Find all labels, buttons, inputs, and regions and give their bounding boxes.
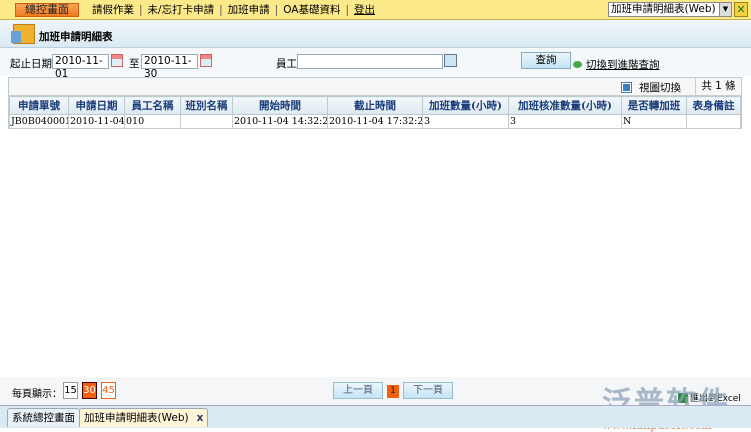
column-header[interactable]: 班別名稱: [180, 96, 233, 115]
menu-oa-basic[interactable]: OA基礎資料: [278, 2, 345, 17]
pager-bar: 每頁顯示： 15 30 45 上一頁 1 下一頁 匯出到Excel: [0, 377, 751, 405]
home-button[interactable]: 總控畫面: [15, 2, 79, 17]
top-menu-bar: 總控畫面 請假作業 | 未/忘打卡申請 | 加班申請 | OA基礎資料 | 登出 加班申…: [0, 0, 751, 20]
table-cell: 2010-11-04: [68, 114, 125, 129]
employee-input[interactable]: [297, 54, 443, 69]
advanced-query-label: 切換到進階查詢: [586, 59, 660, 71]
menu-leave[interactable]: 請假作業: [87, 2, 139, 17]
page-size-30[interactable]: 30: [82, 382, 97, 399]
tab-label: 加班申請明細表(Web): [84, 412, 189, 424]
close-icon[interactable]: ✕: [734, 2, 748, 17]
table-cell: [686, 114, 741, 129]
prev-page-button[interactable]: 上一頁: [333, 382, 383, 399]
calendar-icon[interactable]: [200, 54, 212, 67]
page-size-45[interactable]: 45: [101, 382, 116, 399]
table-row[interactable]: JB0B040001 2010-11-04 010 2010-11-04 14:…: [9, 114, 741, 129]
tab-system-dashboard[interactable]: 系統總控畫面: [7, 408, 80, 427]
bottom-tab-bar: 系統總控畫面 加班申請明細表(Web) x: [0, 405, 751, 428]
menu-punch-request[interactable]: 未/忘打卡申請: [143, 2, 220, 17]
table-cell: JB0B040001: [9, 114, 69, 129]
page-header: 加班申請明細表: [0, 20, 751, 48]
per-page-label: 每頁顯示：: [12, 389, 62, 400]
chevron-down-icon[interactable]: ▼: [719, 3, 731, 16]
column-header[interactable]: 申請日期: [68, 96, 125, 115]
date-range-label: 起止日期: [10, 58, 52, 70]
table-cell: 2010-11-04 17:32:24: [327, 114, 423, 129]
logout-link[interactable]: 登出: [349, 2, 380, 17]
results-table: 申請單號 申請日期 員工名稱 班別名稱 開始時間 截止時間 加班數量(小時) 加…: [9, 96, 741, 129]
current-page[interactable]: 1: [387, 385, 399, 398]
record-count: 共 1 條: [695, 78, 741, 95]
query-button[interactable]: 查詢: [521, 52, 571, 69]
column-header[interactable]: 截止時間: [327, 96, 423, 115]
page-title: 加班申請明細表: [39, 31, 113, 43]
window-select[interactable]: 加班申請明細表(Web) ▼: [608, 2, 732, 17]
grid-view-icon: [621, 82, 632, 93]
column-header[interactable]: 員工名稱: [124, 96, 181, 115]
date-from-input[interactable]: 2010-11-01: [52, 54, 109, 80]
main-menu: 請假作業 | 未/忘打卡申請 | 加班申請 | OA基礎資料 | 登出: [87, 2, 380, 17]
view-switch-button[interactable]: 視圖切換: [621, 80, 681, 95]
data-grid: 視圖切換 共 1 條 申請單號 申請日期 員工名稱 班別名稱 開始時間 截止時間…: [8, 77, 742, 129]
window-select-value: 加班申請明細表(Web): [611, 3, 716, 15]
close-tab-icon[interactable]: x: [197, 412, 204, 424]
export-label: 匯出到Excel: [690, 394, 741, 404]
table-cell: 3: [508, 114, 622, 129]
column-header[interactable]: 是否轉加班: [621, 96, 687, 115]
page-size-15[interactable]: 15: [63, 382, 78, 399]
switch-icon: [573, 61, 582, 68]
next-page-button[interactable]: 下一頁: [403, 382, 453, 399]
calendar-icon[interactable]: [111, 54, 123, 67]
table-cell: [180, 114, 233, 129]
search-icon[interactable]: [444, 54, 457, 67]
report-icon: [11, 24, 35, 44]
table-header-row: 申請單號 申請日期 員工名稱 班別名稱 開始時間 截止時間 加班數量(小時) 加…: [9, 96, 741, 115]
menu-overtime-request[interactable]: 加班申請: [223, 2, 275, 17]
table-cell: N: [621, 114, 687, 129]
export-excel-button[interactable]: 匯出到Excel: [678, 391, 741, 404]
advanced-query-link[interactable]: 切換到進階查詢: [573, 57, 660, 72]
tab-overtime-report[interactable]: 加班申請明細表(Web) x: [79, 408, 209, 427]
view-switch-label: 視圖切換: [639, 82, 681, 94]
table-cell: 2010-11-04 14:32:21: [232, 114, 328, 129]
column-header[interactable]: 開始時間: [232, 96, 328, 115]
grid-toolbar: 視圖切換 共 1 條: [9, 78, 741, 96]
date-to-input[interactable]: 2010-11-30: [141, 54, 198, 80]
employee-label: 員工: [276, 58, 297, 70]
to-label: 至: [129, 58, 140, 70]
table-cell: 010: [124, 114, 181, 129]
excel-icon: [678, 392, 688, 403]
column-header[interactable]: 加班核准數量(小時): [508, 96, 622, 115]
table-cell: 3: [422, 114, 509, 129]
column-header[interactable]: 加班數量(小時): [422, 96, 509, 115]
column-header[interactable]: 申請單號: [9, 96, 69, 115]
column-header[interactable]: 表身備註: [686, 96, 741, 115]
